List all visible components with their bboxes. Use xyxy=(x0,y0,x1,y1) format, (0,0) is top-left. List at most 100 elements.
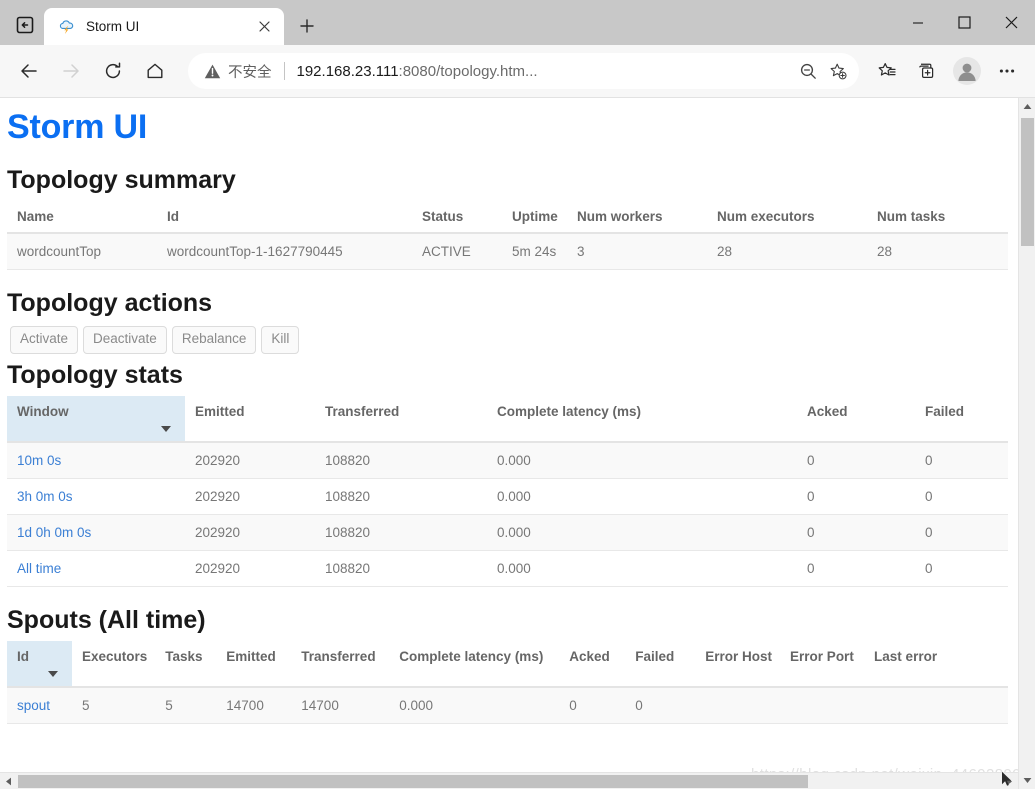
tab-close-icon[interactable] xyxy=(252,15,276,39)
topology-actions-heading: Topology actions xyxy=(7,289,213,318)
topology-summary-table: Name Id Status Uptime Num workers Num executo… xyxy=(7,201,1008,271)
row-link[interactable]: 3h 0m 0s xyxy=(17,489,73,504)
scroll-down-icon[interactable] xyxy=(1019,772,1035,789)
url-text: 192.168.23.111:8080/topology.htm... xyxy=(297,63,794,80)
column-header-failed[interactable]: Failed xyxy=(625,640,696,688)
vertical-scrollbar[interactable] xyxy=(1018,98,1035,789)
table-cell: 0.000 xyxy=(487,441,797,479)
table-cell: 202920 xyxy=(185,550,315,587)
horizontal-scroll-thumb[interactable] xyxy=(18,775,808,788)
address-bar[interactable]: 不安全 192.168.23.111:8080/topology.htm... xyxy=(188,53,859,89)
table-row: spout 5 5 14700 14700 0.000 0 0 xyxy=(7,686,1008,724)
table-cell: 0 xyxy=(625,686,696,724)
column-header-emitted[interactable]: Emitted xyxy=(185,395,315,443)
table-cell: 0.000 xyxy=(487,550,797,587)
url-path: :8080/topology.htm... xyxy=(398,62,538,80)
warning-triangle-icon xyxy=(204,63,221,80)
row-link[interactable]: All time xyxy=(17,561,61,576)
table-cell: 0 xyxy=(797,441,915,479)
favorites-star-list-icon[interactable] xyxy=(869,53,905,89)
column-header-executors[interactable]: Executors xyxy=(72,640,156,688)
table-body: 10m 0s 202920 108820 0.000 0 0 3h 0m 0s 202920 1… xyxy=(7,441,1008,587)
new-tab-button[interactable] xyxy=(292,11,322,41)
table-cell: wordcountTop-1-1627790445 xyxy=(157,233,412,271)
spouts-table: Id Executors Tasks Emitted Transferred Comple… xyxy=(7,640,1008,724)
column-header-last-error[interactable]: Last error xyxy=(864,640,1008,688)
back-arrow-icon[interactable] xyxy=(11,53,47,89)
forward-arrow-icon xyxy=(53,53,89,89)
column-header-complete-latency-ms[interactable]: Complete latency (ms) xyxy=(389,640,560,688)
table-cell[interactable]: All time xyxy=(7,550,185,587)
column-header-acked[interactable]: Acked xyxy=(797,395,915,443)
table-cell: 0.000 xyxy=(487,514,797,551)
zoom-out-icon[interactable] xyxy=(793,56,823,86)
table-cell: wordcountTop xyxy=(7,233,157,271)
scroll-up-icon[interactable] xyxy=(1019,98,1035,115)
deactivate-button[interactable]: Deactivate xyxy=(83,326,167,354)
column-header-error-host[interactable]: Error Host xyxy=(695,640,781,688)
table-cell: 108820 xyxy=(315,478,487,515)
close-icon[interactable] xyxy=(988,0,1035,45)
table-row: All time 202920 108820 0.000 0 0 xyxy=(7,550,1008,587)
column-header-name[interactable]: Name xyxy=(7,201,157,235)
kill-button[interactable]: Kill xyxy=(261,326,300,354)
activate-button[interactable]: Activate xyxy=(10,326,79,354)
column-header-uptime[interactable]: Uptime xyxy=(502,201,567,235)
column-header-acked[interactable]: Acked xyxy=(559,640,626,688)
table-cell[interactable]: 10m 0s xyxy=(7,441,185,479)
page-viewport: Storm UI Topology summary Name Id Status Up… xyxy=(0,97,1035,789)
column-header-transferred[interactable]: Transferred xyxy=(315,395,487,443)
table-cell xyxy=(695,686,781,724)
column-header-error-port[interactable]: Error Port xyxy=(780,640,865,688)
reload-icon[interactable] xyxy=(95,53,131,89)
row-link[interactable]: spout xyxy=(17,698,50,713)
table-row: 3h 0m 0s 202920 108820 0.000 0 0 xyxy=(7,478,1008,515)
tab-actions-icon[interactable] xyxy=(10,11,40,39)
scroll-left-icon[interactable] xyxy=(0,773,17,789)
topology-action-buttons: Activate Deactivate Rebalance Kill xyxy=(10,326,1008,354)
page-title: Storm UI xyxy=(7,108,148,146)
row-link[interactable]: 10m 0s xyxy=(17,453,61,468)
column-header-status[interactable]: Status xyxy=(412,201,502,235)
column-header-id[interactable]: Id xyxy=(157,201,412,235)
omnibox-divider xyxy=(283,62,285,80)
spouts-heading: Spouts (All time) xyxy=(7,605,206,634)
column-header-window[interactable]: Window xyxy=(7,395,185,443)
column-header-num-workers[interactable]: Num workers xyxy=(567,201,707,235)
topology-summary-heading: Topology summary xyxy=(7,166,236,195)
scroll-right-icon[interactable] xyxy=(1001,773,1018,789)
table-cell: 108820 xyxy=(315,550,487,587)
table-cell: 0 xyxy=(915,478,1008,515)
table-row: wordcountTop wordcountTop-1-1627790445 ACT… xyxy=(7,233,1008,271)
maximize-icon[interactable] xyxy=(941,0,988,45)
table-cell: 0 xyxy=(797,514,915,551)
column-header-failed[interactable]: Failed xyxy=(915,395,1008,443)
star-plus-icon[interactable] xyxy=(823,56,853,86)
rebalance-button[interactable]: Rebalance xyxy=(171,326,257,354)
column-header-transferred[interactable]: Transferred xyxy=(291,640,390,688)
column-header-num-tasks[interactable]: Num tasks xyxy=(867,201,1008,235)
browser-tab[interactable]: Storm UI xyxy=(44,8,284,45)
column-header-id[interactable]: Id xyxy=(7,640,72,688)
minimize-icon[interactable] xyxy=(894,0,941,45)
storm-cloud-lightning-icon xyxy=(58,18,76,36)
table-cell: 5 xyxy=(72,686,156,724)
collections-icon[interactable] xyxy=(909,53,945,89)
profile-avatar-icon[interactable] xyxy=(949,53,985,89)
column-header-num-executors[interactable]: Num executors xyxy=(707,201,867,235)
vertical-scroll-thumb[interactable] xyxy=(1021,118,1034,246)
horizontal-scrollbar[interactable] xyxy=(0,772,1018,789)
home-icon[interactable] xyxy=(137,53,173,89)
table-header-row: Id Executors Tasks Emitted Transferred Comple… xyxy=(7,640,1008,688)
more-ellipsis-icon[interactable] xyxy=(989,53,1025,89)
table-cell[interactable]: 1d 0h 0m 0s xyxy=(7,514,185,551)
column-header-emitted[interactable]: Emitted xyxy=(216,640,292,688)
table-cell[interactable]: spout xyxy=(7,686,72,724)
table-cell: 202920 xyxy=(185,478,315,515)
tab-title: Storm UI xyxy=(86,19,140,34)
table-cell[interactable]: 3h 0m 0s xyxy=(7,478,185,515)
row-link[interactable]: 1d 0h 0m 0s xyxy=(17,525,91,540)
column-header-complete-latency-ms[interactable]: Complete latency (ms) xyxy=(487,395,797,443)
column-header-tasks[interactable]: Tasks xyxy=(155,640,217,688)
table-cell: 0 xyxy=(915,514,1008,551)
